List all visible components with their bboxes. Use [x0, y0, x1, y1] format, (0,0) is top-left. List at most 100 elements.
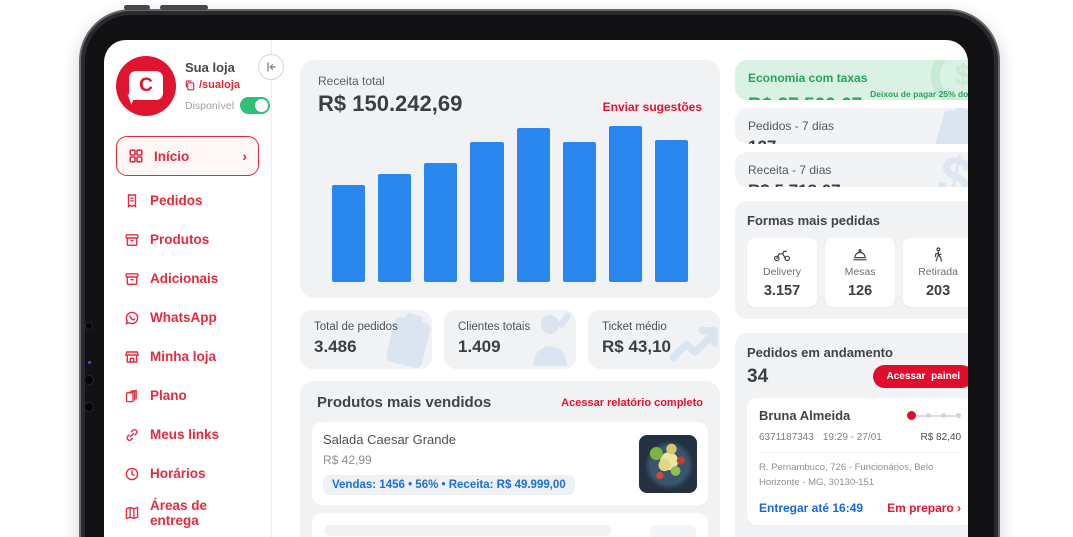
product-list-item[interactable]: Salada Caesar Grande R$ 42,99 Vendas: 14… [312, 422, 708, 505]
order-progress-steps [907, 411, 961, 420]
deliver-by-link[interactable]: Entregar até 16:49 [759, 501, 863, 515]
stat-card-clientes-totais: Clientes totais 1.409 [444, 310, 576, 369]
tablet-camera-dot [85, 322, 93, 330]
order-types-card: Formas mais pedidas Delivery 3.157 Mesas… [735, 201, 968, 319]
revenue-total-card: Receita total R$ 150.242,69 Enviar suges… [300, 60, 720, 298]
archive-box-icon [124, 232, 140, 248]
chart-bar [655, 140, 688, 282]
chart-bar [424, 163, 457, 282]
full-report-link[interactable]: Acessar relatório completo [561, 397, 703, 409]
availability-toggle[interactable] [240, 97, 270, 114]
sidebar-collapse-button[interactable] [258, 54, 284, 80]
availability-label: Disponível [185, 100, 234, 112]
sidebar-item-plano[interactable]: Plano [116, 376, 259, 415]
chart-bar [609, 126, 642, 282]
order-card[interactable]: Bruna Almeida [747, 398, 968, 525]
order-type-value: 203 [905, 283, 968, 299]
stat-value: 3.486 [314, 337, 432, 357]
sidebar-item-horarios[interactable]: Horários [116, 454, 259, 493]
right-column: Economia com taxas R$ 37.560,67 Deixou d… [735, 60, 968, 537]
stat-label: Total de pedidos [314, 321, 432, 333]
order-type-label: Mesas [827, 266, 893, 278]
order-status-link[interactable]: Em preparo › [887, 501, 961, 515]
sidebar-item-label: Início [154, 149, 189, 164]
store-logo: C [116, 56, 176, 116]
sidebar-item-label: Minha loja [150, 349, 216, 364]
progress-step [956, 413, 961, 418]
skeleton-bar [324, 525, 611, 536]
chart-bar [332, 185, 365, 282]
order-address: R. Pernambuco, 726 - Funcionários, Belo … [759, 452, 961, 490]
fee-savings-label: Economia com taxas [748, 71, 968, 85]
tablet-camera-dot [84, 375, 94, 385]
sidebar-item-pedidos[interactable]: Pedidos [116, 181, 259, 220]
sidebar-item-label: Produtos [150, 232, 209, 247]
sidebar-item-whatsapp[interactable]: WhatsApp [116, 298, 259, 337]
product-photo [639, 435, 697, 493]
receipt-icon [124, 193, 140, 209]
stat-card-total-pedidos: Total de pedidos 3.486 [300, 310, 432, 369]
collapse-left-icon [265, 61, 277, 73]
chart-bar [470, 142, 503, 282]
stat-value: R$ 43,10 [602, 337, 720, 357]
sidebar-item-meus-links[interactable]: Meus links [116, 415, 259, 454]
clock-icon [124, 466, 140, 482]
ongoing-orders-count: 34 [747, 366, 768, 388]
motorcycle-icon [773, 247, 791, 262]
tablet-power-button [124, 5, 150, 10]
sidebar-item-produtos[interactable]: Produtos [116, 220, 259, 259]
stat-value: 1.409 [458, 337, 576, 357]
orders-7d-value: 127 [748, 137, 968, 144]
stat-card-ticket-medio: Ticket médio R$ 43,10 [588, 310, 720, 369]
page: C Sua loja /sualoja Disponível [0, 0, 1073, 537]
stat-label: Ticket médio [602, 321, 720, 333]
order-type-label: Retirada [905, 266, 968, 278]
product-price: R$ 42,99 [323, 453, 575, 467]
access-panel-button[interactable]: Acessar painel [873, 365, 968, 388]
order-type-value: 3.157 [749, 283, 815, 299]
fee-savings-card: Economia com taxas R$ 37.560,67 Deixou d… [735, 60, 968, 100]
order-status-label: Em preparo [887, 501, 954, 515]
progress-step-active [907, 411, 916, 420]
revenue-7d-value: R$ 5.718,07 [748, 181, 968, 188]
sidebar-item-adicionais[interactable]: Adicionais [116, 259, 259, 298]
stats-row: Total de pedidos 3.486 Clientes totais 1… [300, 310, 720, 369]
grid-icon [128, 148, 144, 164]
app-screen: C Sua loja /sualoja Disponível [104, 40, 968, 537]
ongoing-orders-title: Pedidos em andamento [747, 345, 968, 360]
fee-savings-value: R$ 37.560,67 [748, 95, 862, 101]
order-type-delivery[interactable]: Delivery 3.157 [747, 238, 817, 307]
fee-savings-note: Deixou de pagar 25% do faturamento à pla… [870, 89, 968, 100]
sidebar-item-inicio[interactable]: Início › [116, 136, 259, 176]
order-type-value: 126 [827, 283, 893, 299]
product-skeleton-item [312, 513, 708, 537]
ongoing-orders-card: Pedidos em andamento 34 Acessar painel B… [735, 333, 968, 537]
sidebar-item-areas-de-entrega[interactable]: Áreas de entrega [116, 493, 259, 532]
order-type-mesas[interactable]: Mesas 126 [825, 238, 895, 307]
store-slug-label: /sualoja [199, 79, 240, 91]
order-type-retirada[interactable]: Retirada 203 [903, 238, 968, 307]
revenue-total-label: Receita total [318, 74, 462, 88]
store-header: C Sua loja /sualoja Disponível [116, 56, 259, 116]
center-column: Receita total R$ 150.242,69 Enviar suges… [300, 60, 720, 537]
revenue-7d-card: Receita - 7 dias R$ 5.718,07 $ [735, 152, 968, 188]
sidebar-item-label: Horários [150, 466, 206, 481]
walking-icon [932, 247, 944, 263]
order-types-title: Formas mais pedidas [747, 213, 968, 228]
sidebar-item-label: Meus links [150, 427, 219, 442]
sidebar-item-label: Pedidos [150, 193, 203, 208]
tablet-camera-indicator [88, 361, 91, 364]
order-type-label: Delivery [749, 266, 815, 278]
order-total: R$ 82,40 [921, 432, 962, 443]
revenue-bar-chart [318, 126, 702, 282]
chart-bar [517, 128, 550, 282]
order-id: 6371187343 [759, 432, 814, 443]
order-time: 19:29 - 27/01 [823, 432, 882, 443]
product-stats-badge: Vendas: 1456 • 56% • Receita: R$ 49.999,… [323, 475, 575, 495]
copy-icon [185, 80, 195, 91]
send-suggestions-link[interactable]: Enviar sugestões [603, 100, 702, 117]
sidebar-item-minha-loja[interactable]: Minha loja [116, 337, 259, 376]
sidebar-item-label: Plano [150, 388, 187, 403]
store-slug-link[interactable]: /sualoja [185, 79, 270, 91]
sidebar: C Sua loja /sualoja Disponível [104, 40, 272, 537]
